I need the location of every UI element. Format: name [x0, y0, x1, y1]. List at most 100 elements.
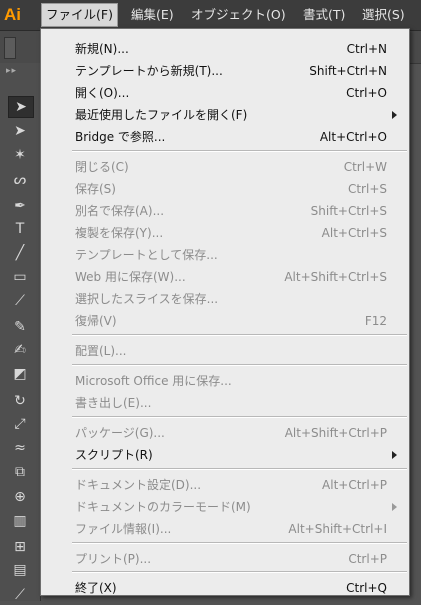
menu-item-label: Web 用に保存(W)...	[75, 270, 186, 284]
graph-tool-icon[interactable]: ▥	[8, 511, 32, 531]
menu-item-label: Microsoft Office 用に保存...	[75, 374, 232, 388]
menu-item-shortcut: Shift+Ctrl+S	[310, 204, 387, 218]
menu-edit[interactable]: 編集(E)	[127, 4, 178, 26]
menu-item-label: 複製を保存(Y)...	[75, 226, 164, 240]
menu-item-shortcut: Alt+Ctrl+O	[319, 130, 387, 144]
magic-wand-tool-icon[interactable]: ✶	[8, 145, 32, 165]
menu-item[interactable]: 終了(X) Ctrl+Q	[41, 578, 409, 599]
menu-item[interactable]: ドキュメント設定(D)... Alt+Ctrl+P	[41, 475, 409, 496]
menu-item-label: ドキュメント設定(D)...	[75, 478, 202, 492]
panel-grip-icon[interactable]	[4, 37, 16, 59]
menu-separator	[72, 334, 407, 336]
scale-tool-icon[interactable]: ⤢	[8, 414, 32, 434]
rectangle-tool-icon[interactable]: ▭	[8, 267, 32, 287]
menu-separator	[72, 468, 407, 470]
warp-tool-icon[interactable]: ≈	[8, 438, 32, 458]
menu-separator	[72, 542, 407, 544]
app-logo: Ai	[4, 5, 21, 24]
file-menu-dropdown: 新規(N)... Ctrl+N テンプレートから新規(T)... Shift+Ctrl…	[40, 28, 410, 596]
pen-tool-icon[interactable]: ✒	[8, 196, 32, 216]
menu-item[interactable]: Web 用に保存(W)... Alt+Shift+Ctrl+S	[41, 267, 409, 288]
menu-bar: Ai ファイル(F) 編集(E) オブジェクト(O) 書式(T) 選択(S)	[0, 0, 421, 31]
menu-item[interactable]: スクリプト(R)	[41, 445, 409, 466]
panel-collapse-icon[interactable]: ▸▸	[6, 67, 26, 76]
menu-item[interactable]: プリント(P)... Ctrl+P	[41, 549, 409, 570]
menu-item[interactable]: 新規(N)... Ctrl+N	[41, 39, 409, 60]
menu-item-shortcut: Ctrl+S	[347, 182, 387, 196]
menu-item[interactable]: Bridge で参照... Alt+Ctrl+O	[41, 127, 409, 148]
menu-item[interactable]: パッケージ(G)... Alt+Shift+Ctrl+P	[41, 423, 409, 444]
menu-separator	[72, 416, 407, 418]
direct-selection-tool-icon[interactable]: ➤	[8, 121, 32, 141]
menu-item-label: 配置(L)...	[75, 344, 127, 358]
submenu-arrow-icon	[392, 451, 397, 459]
menu-item-label: 復帰(V)	[75, 314, 117, 328]
menu-item-shortcut: Ctrl+W	[343, 160, 387, 174]
gradient-tool-icon[interactable]: ▤	[8, 560, 32, 580]
menu-item[interactable]: 最近使用したファイルを開く(F)	[41, 105, 409, 126]
eyedropper-tool-icon[interactable]: ⟋	[8, 585, 32, 605]
submenu-arrow-icon	[392, 503, 397, 511]
menu-item[interactable]: ドキュメントのカラーモード(M)	[41, 497, 409, 518]
menu-item-shortcut: F12	[364, 314, 387, 328]
menu-separator	[72, 364, 407, 366]
free-transform-tool-icon[interactable]: ⧉	[8, 462, 32, 482]
menu-item-label: 書き出し(E)...	[75, 396, 152, 410]
menu-item-label: 開く(O)...	[75, 86, 130, 100]
menu-item-label: テンプレートから新規(T)...	[75, 64, 223, 78]
menu-item[interactable]: ファイル情報(I)... Alt+Shift+Ctrl+I	[41, 519, 409, 540]
menu-item-label: 終了(X)	[75, 581, 117, 595]
menu-item[interactable]: 開く(O)... Ctrl+O	[41, 83, 409, 104]
menu-item-shortcut: Shift+Ctrl+N	[309, 64, 387, 78]
menu-item[interactable]: 復帰(V) F12	[41, 311, 409, 332]
mesh-tool-icon[interactable]: ⊞	[8, 537, 32, 557]
menu-item[interactable]: 閉じる(C) Ctrl+W	[41, 157, 409, 178]
menu-item-shortcut: Ctrl+N	[346, 42, 387, 56]
menu-item[interactable]: テンプレートとして保存...	[41, 245, 409, 266]
menu-object[interactable]: オブジェクト(O)	[187, 4, 290, 26]
menu-type[interactable]: 書式(T)	[299, 4, 349, 26]
menu-item[interactable]: 別名で保存(A)... Shift+Ctrl+S	[41, 201, 409, 222]
submenu-arrow-icon	[392, 111, 397, 119]
menu-item-label: 閉じる(C)	[75, 160, 129, 174]
menu-item-shortcut: Alt+Ctrl+S	[321, 226, 387, 240]
selection-tool-icon[interactable]: ➤	[8, 96, 34, 118]
menu-item-label: プリント(P)...	[75, 552, 152, 566]
shape-builder-tool-icon[interactable]: ⊕	[8, 487, 32, 507]
pencil-tool-icon[interactable]: ✎	[8, 317, 32, 337]
menu-item[interactable]: 書き出し(E)...	[41, 393, 409, 414]
menu-item-label: 選択したスライスを保存...	[75, 292, 219, 306]
menu-file[interactable]: ファイル(F)	[41, 3, 118, 27]
menu-item-label: テンプレートとして保存...	[75, 248, 218, 262]
menu-item[interactable]: Microsoft Office 用に保存...	[41, 371, 409, 392]
menu-item-shortcut: Ctrl+O	[346, 86, 387, 100]
menu-item-label: Bridge で参照...	[75, 130, 166, 144]
menu-item-shortcut: Ctrl+P	[348, 552, 387, 566]
eraser-tool-icon[interactable]: ◩	[8, 364, 32, 384]
rotate-tool-icon[interactable]: ↻	[8, 391, 32, 411]
menu-item-label: ドキュメントのカラーモード(M)	[75, 500, 251, 514]
menu-item-label: 新規(N)...	[75, 42, 129, 56]
line-segment-tool-icon[interactable]: ╱	[8, 243, 32, 263]
menu-separator	[72, 150, 407, 152]
menu-item-label: スクリプト(R)	[75, 448, 153, 462]
paintbrush-tool-icon[interactable]: ⟋	[8, 291, 32, 311]
type-tool-icon[interactable]: T	[8, 219, 32, 239]
menu-separator	[72, 571, 407, 573]
lasso-tool-icon[interactable]: ᔕ	[8, 170, 32, 190]
menu-item-label: 別名で保存(A)...	[75, 204, 165, 218]
menu-item-shortcut: Alt+Shift+Ctrl+I	[288, 522, 387, 536]
menu-item[interactable]: テンプレートから新規(T)... Shift+Ctrl+N	[41, 61, 409, 82]
tools-panel: ▸▸ ➤ ➤ ✶ ᔕ ✒ T ╱ ▭ ⟋ ✎ ✍ ◩ ↻ ⤢ ≈ ⧉ ⊕ ▥ ⊞ ▤ ⟋	[0, 63, 41, 603]
menu-item-shortcut: Ctrl+Q	[346, 581, 387, 595]
menu-item-label: 保存(S)	[75, 182, 116, 196]
blob-brush-tool-icon[interactable]: ✍	[8, 340, 32, 360]
menu-item-label: パッケージ(G)...	[75, 426, 165, 440]
menu-item[interactable]: 複製を保存(Y)... Alt+Ctrl+S	[41, 223, 409, 244]
menu-item-shortcut: Alt+Shift+Ctrl+S	[284, 270, 387, 284]
menu-item[interactable]: 配置(L)...	[41, 341, 409, 362]
menu-item[interactable]: 保存(S) Ctrl+S	[41, 179, 409, 200]
menu-item-label: ファイル情報(I)...	[75, 522, 172, 536]
menu-item[interactable]: 選択したスライスを保存...	[41, 289, 409, 310]
menu-select[interactable]: 選択(S)	[358, 4, 409, 26]
